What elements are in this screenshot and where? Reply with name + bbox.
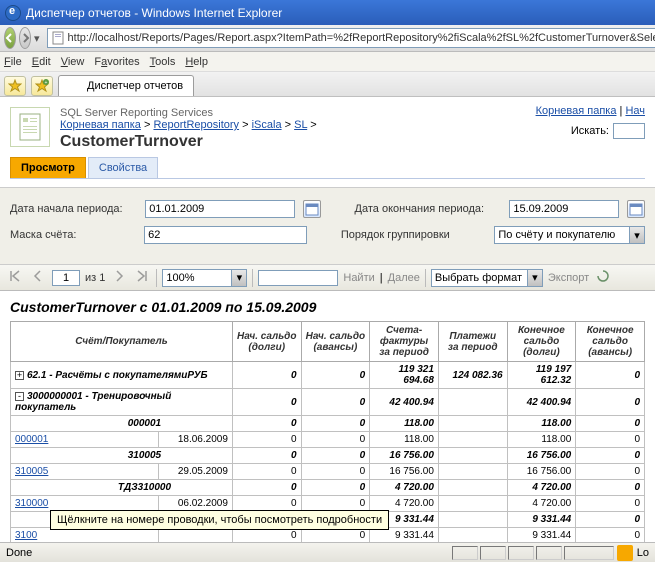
param-end-label: Дата окончания периода: [355, 203, 502, 215]
find-next-link[interactable]: Далее [388, 272, 420, 284]
param-group-label: Порядок группировки [341, 229, 487, 241]
breadcrumb-iscala[interactable]: iScala [252, 119, 282, 131]
find-input[interactable] [258, 270, 338, 286]
tab-ie-icon [69, 79, 83, 93]
table-row: 00000100118.00118.000 [11, 416, 645, 432]
search-input[interactable] [613, 123, 645, 139]
rss-icon[interactable] [617, 545, 633, 561]
param-group-select[interactable]: По счёту и покупателю ▾ [494, 226, 645, 244]
report-icon [10, 107, 50, 147]
page-of-label: из 1 [85, 272, 105, 284]
drill-link[interactable]: 3100 [15, 530, 37, 541]
breadcrumb: Корневая папка > ReportRepository > iSca… [60, 119, 645, 131]
parameters-panel: Дата начала периода: Дата окончания пери… [0, 187, 655, 265]
history-dropdown-icon[interactable]: ▾ [34, 32, 40, 45]
link-root-folder[interactable]: Корневая папка [536, 105, 617, 117]
breadcrumb-sl[interactable]: SL [294, 119, 307, 131]
menu-help[interactable]: Help [185, 56, 208, 68]
row-tooltip: Щёлкните на номере проводки, чтобы посмо… [50, 510, 389, 530]
table-row: -3000000001 - Тренировочный покупатель00… [11, 389, 645, 416]
param-mask-label: Маска счёта: [10, 229, 136, 241]
report-toolbar: из 1 100% ▾ Найти | Далее Выбрать формат… [0, 265, 655, 291]
window-titlebar: Диспетчер отчетов - Windows Internet Exp… [0, 0, 655, 25]
param-group-value: По счёту и покупателю [498, 229, 615, 241]
link-home[interactable]: Нач [625, 105, 645, 117]
table-row: +62.1 - Расчёты с покупателямиРУБ00119 3… [11, 362, 645, 389]
expander-icon[interactable]: - [15, 392, 24, 401]
table-row: ТДЗ310000004 720.004 720.000 [11, 480, 645, 496]
expander-icon[interactable]: + [15, 371, 24, 380]
svg-text:+: + [45, 80, 48, 86]
chevron-down-icon: ▾ [527, 270, 542, 286]
header-search: Искать: [571, 123, 645, 139]
zoom-select[interactable]: 100% ▾ [162, 269, 247, 287]
calendar-icon-end[interactable] [627, 200, 645, 218]
status-text: Done [6, 547, 32, 559]
table-row: 3100050016 756.0016 756.000 [11, 448, 645, 464]
browser-navbar: ▾ http://localhost/Reports/Pages/Report.… [0, 25, 655, 52]
chevron-down-icon: ▾ [231, 270, 246, 286]
top-links: Корневая папка | Нач [536, 105, 645, 117]
report-tabs: Просмотр Свойства [10, 157, 645, 179]
drill-link[interactable]: 000001 [15, 434, 48, 445]
param-mask-input[interactable] [144, 226, 307, 244]
page-title: CustomerTurnover [60, 133, 645, 151]
address-bar[interactable]: http://localhost/Reports/Pages/Report.as… [47, 28, 655, 48]
menu-file[interactable]: File [4, 56, 22, 68]
export-format-select[interactable]: Выбрать формат ▾ [431, 269, 543, 287]
next-page-button[interactable] [110, 267, 128, 288]
find-link[interactable]: Найти [343, 272, 374, 284]
prev-page-button[interactable] [29, 267, 47, 288]
back-button[interactable] [4, 27, 16, 49]
col-end-debt: Конечное сальдо (долги) [507, 322, 576, 362]
col-beg-debt: Нач. сальдо (долги) [232, 322, 301, 362]
menu-edit[interactable]: Edit [32, 56, 51, 68]
menu-favorites[interactable]: Favorites [94, 56, 139, 68]
window-title: Диспетчер отчетов - Windows Internet Exp… [26, 6, 282, 20]
col-end-adv: Конечное сальдо (авансы) [576, 322, 645, 362]
drill-link[interactable]: 310005 [15, 466, 48, 477]
browser-tabbar: + Диспетчер отчетов [0, 72, 655, 97]
chevron-down-icon: ▾ [629, 227, 644, 243]
col-account: Счёт/Покупатель [11, 322, 233, 362]
param-end-input[interactable] [509, 200, 619, 218]
browser-tab-active[interactable]: Диспетчер отчетов [58, 75, 194, 96]
breadcrumb-root[interactable]: Корневая папка [60, 119, 141, 131]
forward-button[interactable] [19, 27, 31, 49]
menu-view[interactable]: View [61, 56, 85, 68]
table-row: 31000529.05.20090016 756.0016 756.000 [11, 464, 645, 480]
menu-tools[interactable]: Tools [150, 56, 176, 68]
col-invoices: Счета-фактуры за период [370, 322, 439, 362]
tab-properties[interactable]: Свойства [88, 157, 158, 178]
last-page-button[interactable] [133, 267, 151, 288]
browser-menubar: File Edit View Favorites Tools Help [0, 52, 655, 72]
browser-statusbar: Done Lo [0, 542, 655, 562]
favorites-star-button[interactable] [4, 76, 26, 96]
report-header: Корневая папка | Нач Искать: SQL Server … [0, 97, 655, 179]
first-page-button[interactable] [6, 267, 24, 288]
table-header-row: Счёт/Покупатель Нач. сальдо (долги) Нач.… [11, 322, 645, 362]
browser-tab-label: Диспетчер отчетов [87, 80, 183, 92]
page-icon [51, 31, 65, 45]
report-body-title: CustomerTurnover с 01.01.2009 по 15.09.2… [10, 299, 645, 315]
param-start-input[interactable] [145, 200, 295, 218]
param-start-label: Дата начала периода: [10, 203, 137, 215]
add-favorite-button[interactable]: + [31, 76, 53, 96]
breadcrumb-repo[interactable]: ReportRepository [153, 119, 239, 131]
refresh-report-button[interactable] [594, 267, 612, 288]
status-local: Lo [637, 547, 649, 559]
table-row: 00000118.06.200900118.00118.000 [11, 432, 645, 448]
drill-link[interactable]: 310000 [15, 498, 48, 509]
col-payments: Платежи за период [438, 322, 507, 362]
tab-view[interactable]: Просмотр [10, 157, 86, 178]
calendar-icon-start[interactable] [303, 200, 321, 218]
page-number-input[interactable] [52, 270, 80, 286]
search-label: Искать: [571, 125, 609, 137]
col-beg-adv: Нач. сальдо (авансы) [301, 322, 370, 362]
export-link[interactable]: Экспорт [548, 272, 589, 284]
ie-icon [5, 5, 21, 21]
url-text: http://localhost/Reports/Pages/Report.as… [68, 32, 655, 44]
